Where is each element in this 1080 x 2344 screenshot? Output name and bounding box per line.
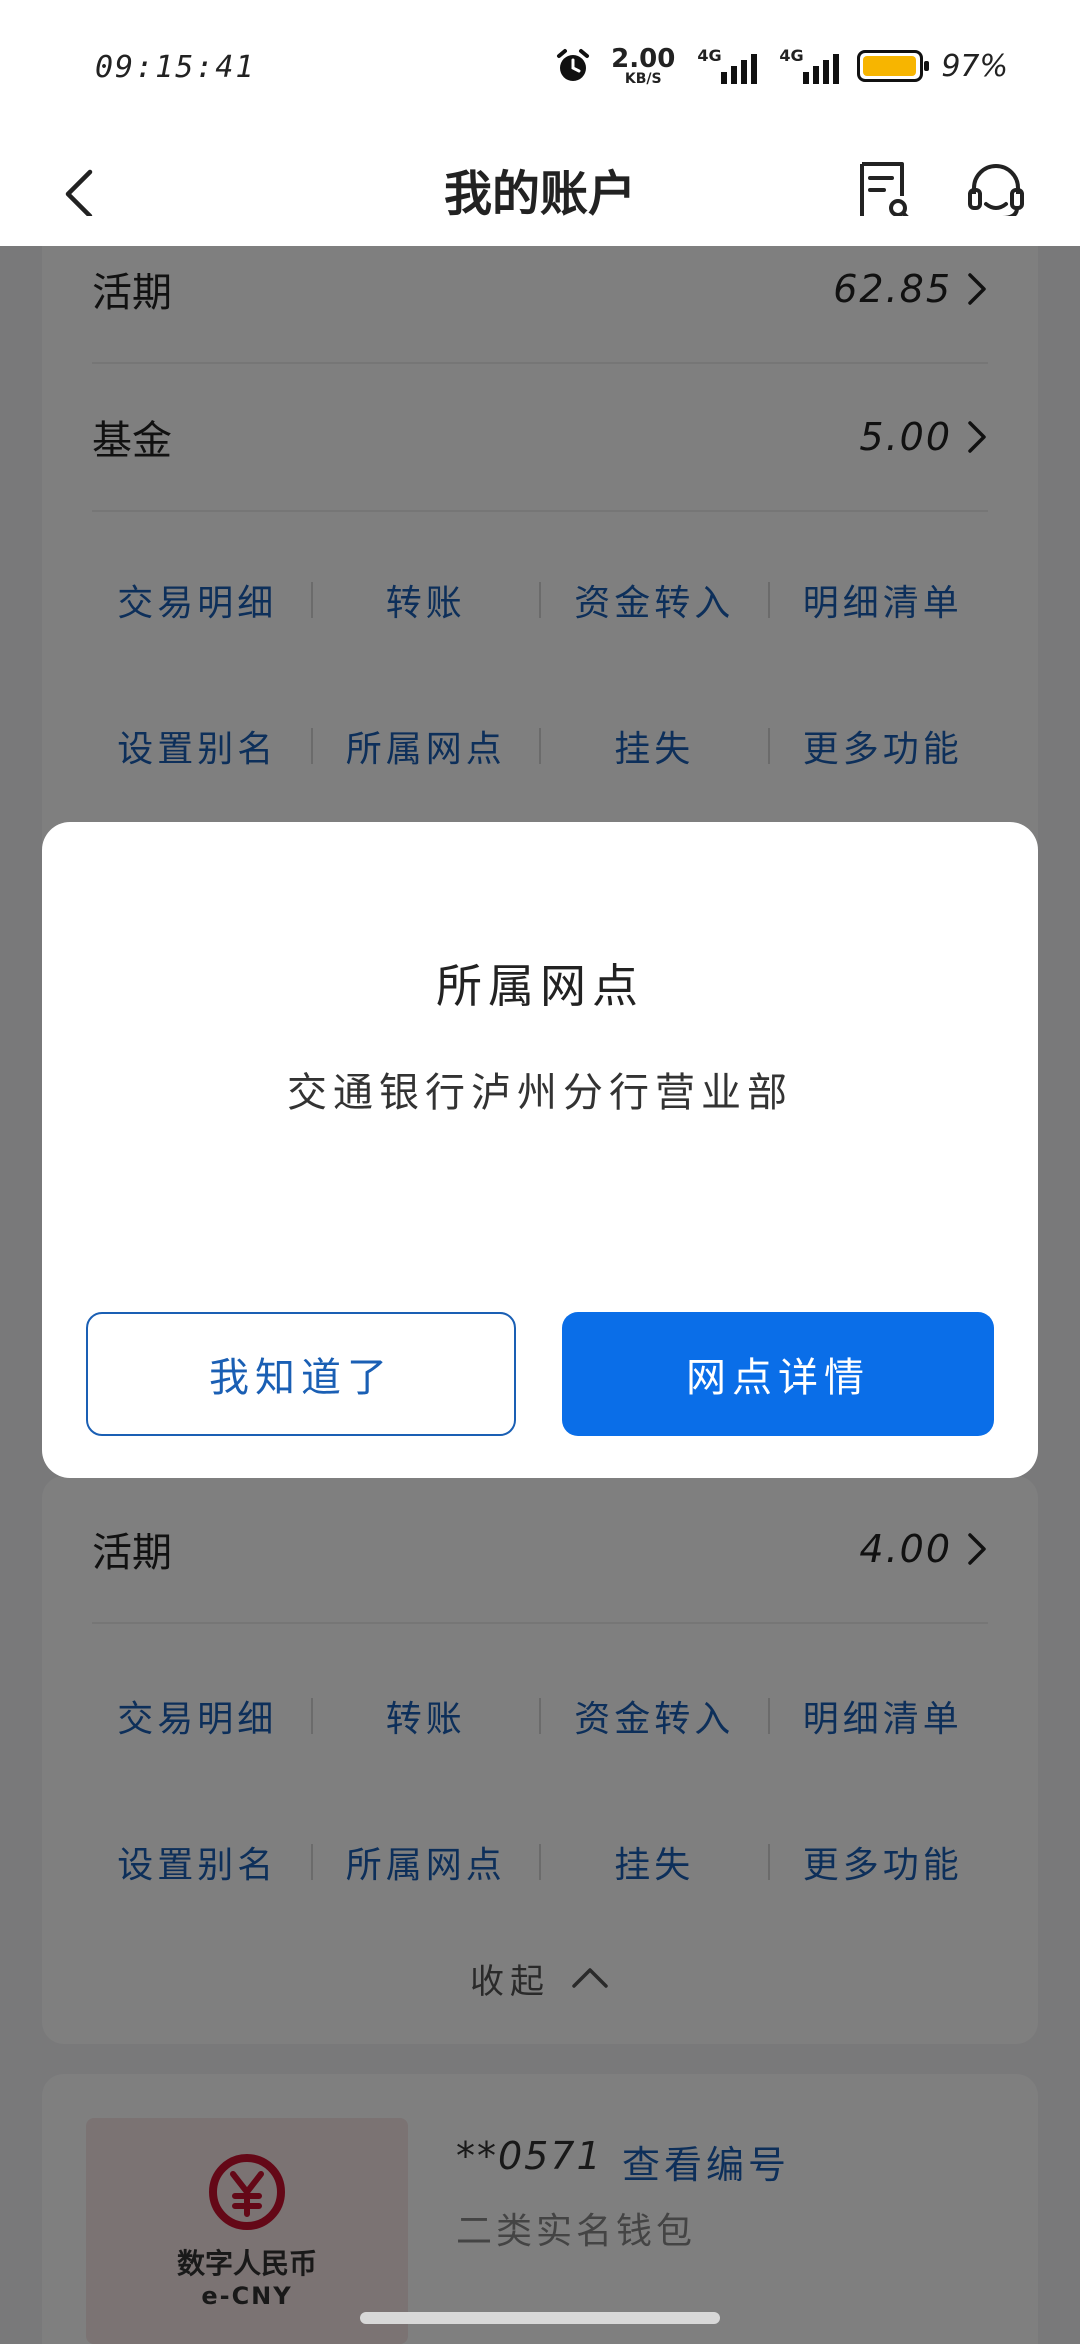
battery-percent: 97% [941,48,1008,84]
dialog-title: 所属网点 [436,959,644,1013]
network-speed-value: 2.00 [611,44,676,74]
bill-search-icon[interactable] [854,160,910,224]
status-bar: 09:15:41 2.00 KB/S 4G 4G 97% [0,0,1080,140]
signal-bars-icon [803,54,840,84]
signal-bars-icon [721,54,758,84]
status-time: 09:15:41 [95,50,256,85]
branch-dialog: 所属网点 交通银行泸州分行营业部 我知道了 网点详情 [42,822,1038,1478]
signal-sim1: 4G [693,46,758,86]
alarm-clock-icon [557,49,590,81]
battery-icon [857,50,930,82]
signal-sim2: 4G [775,46,840,86]
signal-sim1-type: 4G [697,46,722,65]
dialog-message: 交通银行泸州分行营业部 [287,1070,793,1116]
got-it-button[interactable]: 我知道了 [86,1312,516,1436]
page-title: 我的账户 [443,166,636,222]
signal-sim2-type: 4G [779,46,804,65]
battery-fill [863,56,916,76]
network-speed-unit: KB/S [624,71,662,87]
headset-icon[interactable] [964,160,1028,224]
branch-details-button[interactable]: 网点详情 [562,1312,994,1436]
home-indicator[interactable] [360,2312,720,2324]
status-icons: 2.00 KB/S 4G 4G 97% [553,44,1008,88]
network-speed: 2.00 KB/S [611,46,675,86]
